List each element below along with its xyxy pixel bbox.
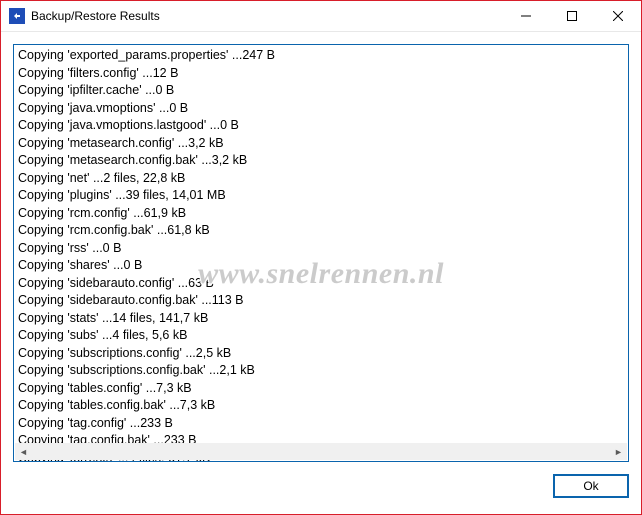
minimize-button[interactable] [503,1,549,31]
log-line: Copying 'net' ...2 files, 22,8 kB [18,170,624,188]
log-output[interactable]: Copying 'exported_params.properties' ...… [13,44,629,462]
maximize-button[interactable] [549,1,595,31]
log-line: Copying 'subscriptions.config.bak' ...2,… [18,362,624,380]
log-line: Copying 'subscriptions.config' ...2,5 kB [18,345,624,363]
log-line: Copying 'sidebarauto.config' ...63 B [18,275,624,293]
log-line: Copying 'sidebarauto.config.bak' ...113 … [18,292,624,310]
log-line: Copying 'java.vmoptions.lastgood' ...0 B [18,117,624,135]
window-controls [503,1,641,31]
log-line: Copying 'tables.config.bak' ...7,3 kB [18,397,624,415]
ok-button[interactable]: Ok [553,474,629,498]
log-lines: Copying 'exported_params.properties' ...… [18,47,624,462]
log-line: Copying 'stats' ...14 files, 141,7 kB [18,310,624,328]
log-line: Copying 'rcm.config' ...61,9 kB [18,205,624,223]
horizontal-scrollbar[interactable]: ◄ ► [15,443,627,460]
log-line: Copying 'tag.config' ...233 B [18,415,624,433]
scroll-track[interactable] [32,443,610,460]
log-line: Copying 'tables.config' ...7,3 kB [18,380,624,398]
window-title: Backup/Restore Results [31,9,503,23]
log-line: Copying 'metasearch.config.bak' ...3,2 k… [18,152,624,170]
log-line: Copying 'shares' ...0 B [18,257,624,275]
content-area: Copying 'exported_params.properties' ...… [1,32,641,514]
scroll-left-icon[interactable]: ◄ [15,443,32,460]
app-icon [9,8,25,24]
dialog-footer: Ok [13,462,629,502]
close-button[interactable] [595,1,641,31]
log-line: Copying 'filters.config' ...12 B [18,65,624,83]
log-line: Copying 'metasearch.config' ...3,2 kB [18,135,624,153]
log-line: Copying 'subs' ...4 files, 5,6 kB [18,327,624,345]
title-bar: Backup/Restore Results [1,1,641,32]
log-line: Copying 'exported_params.properties' ...… [18,47,624,65]
log-line: Copying 'java.vmoptions' ...0 B [18,100,624,118]
scroll-right-icon[interactable]: ► [610,443,627,460]
log-line: Copying 'plugins' ...39 files, 14,01 MB [18,187,624,205]
log-line: Copying 'rcm.config.bak' ...61,8 kB [18,222,624,240]
log-line: Copying 'ipfilter.cache' ...0 B [18,82,624,100]
log-line: Copying 'rss' ...0 B [18,240,624,258]
